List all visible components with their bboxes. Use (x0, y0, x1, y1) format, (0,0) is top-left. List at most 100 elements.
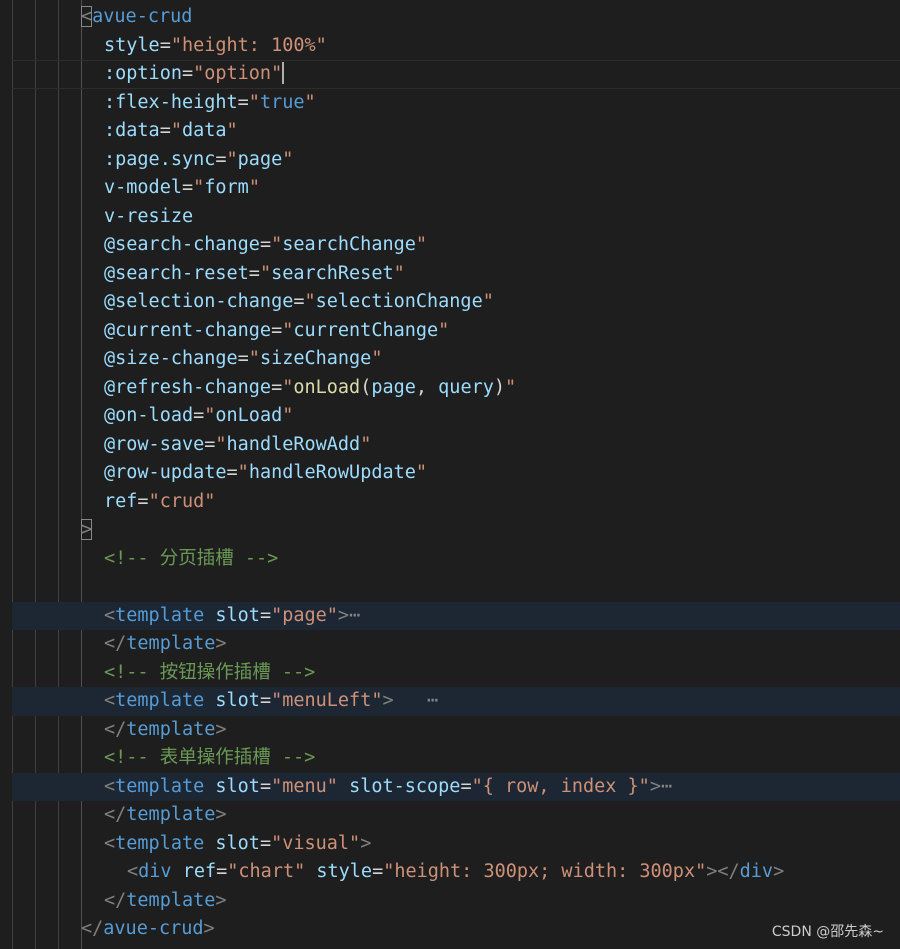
code-token: template (126, 889, 216, 911)
code-line[interactable]: @refresh-change="onLoad(page, query)" (0, 374, 900, 403)
code-line[interactable]: @search-reset="searchReset" (0, 260, 900, 289)
code-token: @search-reset (104, 262, 249, 284)
code-token: <!-- 分页插槽 --> (104, 547, 279, 569)
code-token: < (127, 861, 139, 882)
code-token: </ (104, 718, 127, 740)
code-token: </ (104, 889, 127, 911)
code-token: > (360, 832, 372, 854)
code-token: " (204, 405, 216, 426)
code-line[interactable]: :page.sync="page" (0, 146, 900, 175)
code-line[interactable]: @on-load="onLoad" (0, 402, 900, 431)
code-token: avue-crud (92, 6, 193, 27)
code-token: " (215, 433, 227, 455)
code-line[interactable]: </template> (0, 716, 900, 745)
code-line[interactable]: <!-- 分页插槽 --> (0, 545, 900, 574)
code-token: "visual" (271, 832, 361, 854)
code-line[interactable]: ref="crud" (0, 488, 900, 517)
code-token: = (259, 832, 272, 854)
code-token: < (104, 832, 116, 854)
code-token: @size-change (104, 348, 238, 369)
code-line[interactable]: <template slot="menuLeft"> ⋯ (0, 687, 900, 716)
code-line[interactable]: </avue-crud> (0, 915, 900, 944)
code-token: " (282, 376, 294, 398)
code-line[interactable]: v-resize (0, 203, 900, 232)
code-line[interactable]: v-model="form" (0, 174, 900, 203)
code-token: , (415, 376, 439, 398)
code-line[interactable]: > (0, 516, 900, 545)
code-token: currentChange (293, 319, 439, 341)
folded-region-ellipsis[interactable]: ⋯ (394, 690, 438, 711)
folded-region-ellipsis[interactable]: ⋯ (661, 776, 672, 797)
code-line[interactable]: </template> (0, 630, 900, 659)
code-token: = (372, 861, 384, 882)
code-line[interactable] (0, 573, 900, 602)
code-token: style (104, 34, 160, 56)
code-line[interactable]: @size-change="sizeChange" (0, 345, 900, 374)
code-line[interactable]: @selection-change="selectionChange" (0, 288, 900, 317)
code-token: template (115, 832, 205, 854)
code-token: " (170, 120, 182, 141)
code-token: "height: 100%" (170, 34, 327, 56)
code-token: slot (215, 690, 260, 711)
code-editor[interactable]: <avue-crud style="height: 100%":option="o… (0, 0, 900, 949)
code-line[interactable]: @search-change="searchChange" (0, 231, 900, 260)
code-token: style (316, 861, 373, 882)
code-token: <!-- 表单操作插槽 --> (104, 747, 316, 768)
code-token: = (159, 120, 171, 141)
code-line[interactable]: @row-save="handleRowAdd" (0, 431, 900, 460)
code-token: div (739, 861, 774, 882)
code-token: " (360, 433, 372, 455)
code-token: "height: 300px; width: 300px" (383, 861, 707, 882)
code-token: > (215, 718, 227, 740)
code-token: @selection-change (104, 291, 294, 312)
code-line[interactable]: <template slot="page">⋯ (0, 601, 900, 631)
code-line[interactable]: :option="option" (0, 60, 900, 89)
code-line[interactable]: :flex-height="true" (0, 89, 900, 118)
code-token: v-model (104, 177, 182, 198)
code-line[interactable]: @current-change="currentChange" (0, 317, 900, 346)
code-token: slot (215, 832, 260, 854)
code-token: < (81, 6, 93, 27)
code-line[interactable]: :data="data" (0, 117, 900, 146)
code-line[interactable]: <template slot="menu" slot-scope="{ row,… (0, 772, 900, 802)
code-token: slot (215, 604, 260, 626)
code-token: @current-change (104, 319, 272, 341)
code-line[interactable]: </template> (0, 801, 900, 830)
code-line[interactable]: <template slot="visual"> (0, 830, 900, 859)
code-line[interactable]: </template> (0, 887, 900, 916)
code-token: avue-crud (103, 918, 204, 939)
code-token: sizeChange (259, 348, 372, 369)
code-token: :flex-height (104, 91, 238, 113)
code-line[interactable]: <!-- 按钮操作插槽 --> (0, 659, 900, 688)
code-line[interactable]: <avue-crud (0, 3, 900, 32)
code-line[interactable]: <!-- 表单操作插槽 --> (0, 744, 900, 773)
code-token: = (259, 234, 272, 255)
code-token: > (203, 918, 215, 939)
code-line[interactable]: <div ref="chart" style="height: 300px; w… (0, 858, 900, 887)
code-line[interactable]: @row-update="handleRowUpdate" (0, 459, 900, 488)
code-token: > (773, 861, 785, 882)
code-token: = (460, 775, 472, 797)
code-token: :data (104, 120, 160, 141)
code-token: @on-load (104, 405, 194, 426)
code-line[interactable]: style="height: 100%" (0, 32, 900, 61)
code-token: template (126, 718, 216, 740)
code-token: " (282, 148, 294, 170)
code-token: = (204, 433, 216, 455)
code-token: </ (81, 918, 104, 939)
code-token: " (259, 262, 272, 284)
code-token: = (181, 177, 194, 198)
code-token: template (115, 775, 205, 797)
code-token: template (115, 690, 205, 711)
folded-region-ellipsis[interactable]: ⋯ (349, 605, 360, 626)
code-token: ></ (706, 861, 740, 882)
code-token: template (126, 633, 216, 654)
code-token: = (293, 291, 305, 312)
code-token: = (271, 376, 283, 398)
code-token: :option (104, 63, 182, 84)
code-token: "menuLeft" (271, 690, 383, 711)
code-token: " (226, 148, 238, 170)
code-token: > (382, 690, 394, 711)
